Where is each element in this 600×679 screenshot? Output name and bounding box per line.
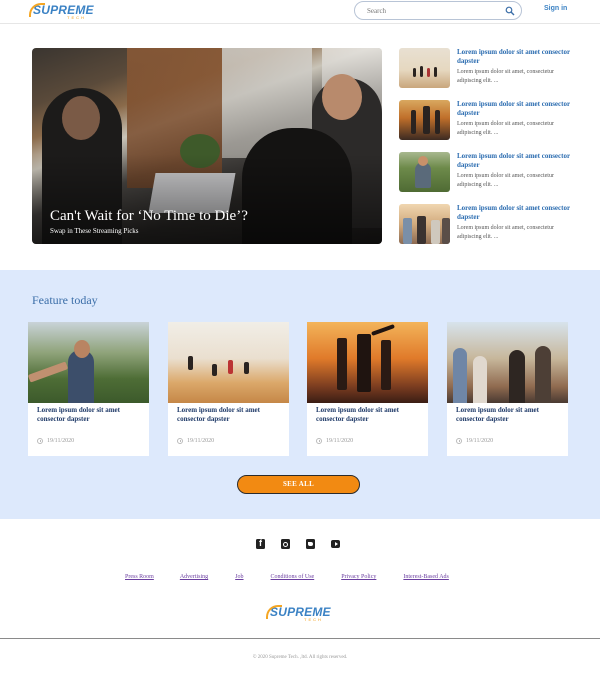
sign-in-link[interactable]: Sign in <box>544 5 567 12</box>
side-article-title[interactable]: Lorem ipsum dolor sit amet consector dap… <box>457 204 577 222</box>
feature-card-date: 19/11/2020 <box>37 438 74 444</box>
instagram-icon[interactable] <box>281 539 290 549</box>
feature-card[interactable]: Lorem ipsum dolor sit amet consector dap… <box>168 322 289 456</box>
search-icon[interactable] <box>505 6 515 16</box>
side-article-title[interactable]: Lorem ipsum dolor sit amet consector dap… <box>457 152 577 170</box>
youtube-icon[interactable] <box>331 540 340 548</box>
side-article-thumbnail[interactable] <box>399 152 450 192</box>
copyright-text: © 2020 Supreme Tech. ,ltd. All rights re… <box>252 655 348 660</box>
side-article-description: Lorem ipsum dolor sit amet, consectetur … <box>457 173 554 188</box>
clock-icon <box>456 438 462 444</box>
footer-links: Press Room Advertising Job Conditions of… <box>125 574 449 580</box>
hero-title[interactable]: Can't Wait for ‘No Time to Die’? <box>50 208 248 225</box>
feature-heading: Feature today <box>32 293 98 307</box>
header-logo[interactable]: SUPREME TECH <box>29 3 94 20</box>
feature-card-title[interactable]: Lorem ipsum dolor sit amet consector dap… <box>456 406 562 424</box>
footer-link-privacy[interactable]: Privacy Policy <box>341 574 376 580</box>
side-article-description: Lorem ipsum dolor sit amet, consectetur … <box>457 121 554 136</box>
feature-card-date: 19/11/2020 <box>316 438 353 444</box>
logo-sub-text: TECH <box>67 15 86 20</box>
feature-card[interactable]: Lorem ipsum dolor sit amet consector dap… <box>307 322 428 456</box>
social-links <box>256 538 340 549</box>
side-article[interactable]: Lorem ipsum dolor sit amet consector dap… <box>399 204 579 246</box>
side-article[interactable]: Lorem ipsum dolor sit amet consector dap… <box>399 152 579 194</box>
footer-link-interest-ads[interactable]: Interest-Based Ads <box>403 574 449 580</box>
footer-link-job[interactable]: Job <box>235 574 243 580</box>
hero-subtitle: Swap in These Streaming Picks <box>50 227 139 235</box>
feature-card-date-text: 19/11/2020 <box>326 438 354 444</box>
feature-card-date: 19/11/2020 <box>456 438 493 444</box>
side-article-description: Lorem ipsum dolor sit amet, consectetur … <box>457 69 554 84</box>
side-article[interactable]: Lorem ipsum dolor sit amet consector dap… <box>399 48 579 90</box>
clock-icon <box>316 438 322 444</box>
footer-divider <box>0 638 600 639</box>
search-box <box>354 1 522 20</box>
hero-image-part <box>322 74 362 120</box>
feature-card-image[interactable] <box>307 322 428 403</box>
side-article-title[interactable]: Lorem ipsum dolor sit amet consector dap… <box>457 100 577 118</box>
footer-link-conditions[interactable]: Conditions of Use <box>271 574 315 580</box>
feature-card-date-text: 19/11/2020 <box>466 438 494 444</box>
feature-card-image[interactable] <box>28 322 149 403</box>
hero-article[interactable]: Can't Wait for ‘No Time to Die’? Swap in… <box>32 48 382 244</box>
footer-link-press-room[interactable]: Press Room <box>125 574 154 580</box>
feature-card-title[interactable]: Lorem ipsum dolor sit amet consector dap… <box>37 406 143 424</box>
feature-card[interactable]: Lorem ipsum dolor sit amet consector dap… <box>28 322 149 456</box>
see-all-button[interactable]: SEE ALL <box>237 475 360 494</box>
feature-section: Feature today Lorem ipsum dolor sit amet… <box>0 270 600 519</box>
side-article-thumbnail[interactable] <box>399 204 450 244</box>
logo-sub-text: TECH <box>304 617 323 622</box>
hero-image-part <box>62 96 100 140</box>
clock-icon <box>37 438 43 444</box>
clock-icon <box>177 438 183 444</box>
feature-card-date: 19/11/2020 <box>177 438 214 444</box>
search-input[interactable] <box>367 5 497 17</box>
feature-card-date-text: 19/11/2020 <box>187 438 215 444</box>
side-article-thumbnail[interactable] <box>399 100 450 140</box>
side-article-thumbnail[interactable] <box>399 48 450 88</box>
tumblr-icon[interactable] <box>306 539 315 549</box>
side-article-title[interactable]: Lorem ipsum dolor sit amet consector dap… <box>457 48 577 66</box>
feature-card-title[interactable]: Lorem ipsum dolor sit amet consector dap… <box>177 406 283 424</box>
side-article-description: Lorem ipsum dolor sit amet, consectetur … <box>457 225 554 240</box>
side-article[interactable]: Lorem ipsum dolor sit amet consector dap… <box>399 100 579 142</box>
footer-logo[interactable]: SUPREME TECH <box>266 605 331 622</box>
feature-card-image[interactable] <box>447 322 568 403</box>
site-header: SUPREME TECH Sign in <box>0 0 600 24</box>
feature-card-image[interactable] <box>168 322 289 403</box>
logo-swoosh <box>266 605 282 619</box>
footer-link-advertising[interactable]: Advertising <box>180 574 208 580</box>
facebook-icon[interactable] <box>256 538 265 549</box>
feature-card-date-text: 19/11/2020 <box>47 438 75 444</box>
feature-card-title[interactable]: Lorem ipsum dolor sit amet consector dap… <box>316 406 422 424</box>
feature-card[interactable]: Lorem ipsum dolor sit amet consector dap… <box>447 322 568 456</box>
logo-swoosh <box>29 3 45 17</box>
